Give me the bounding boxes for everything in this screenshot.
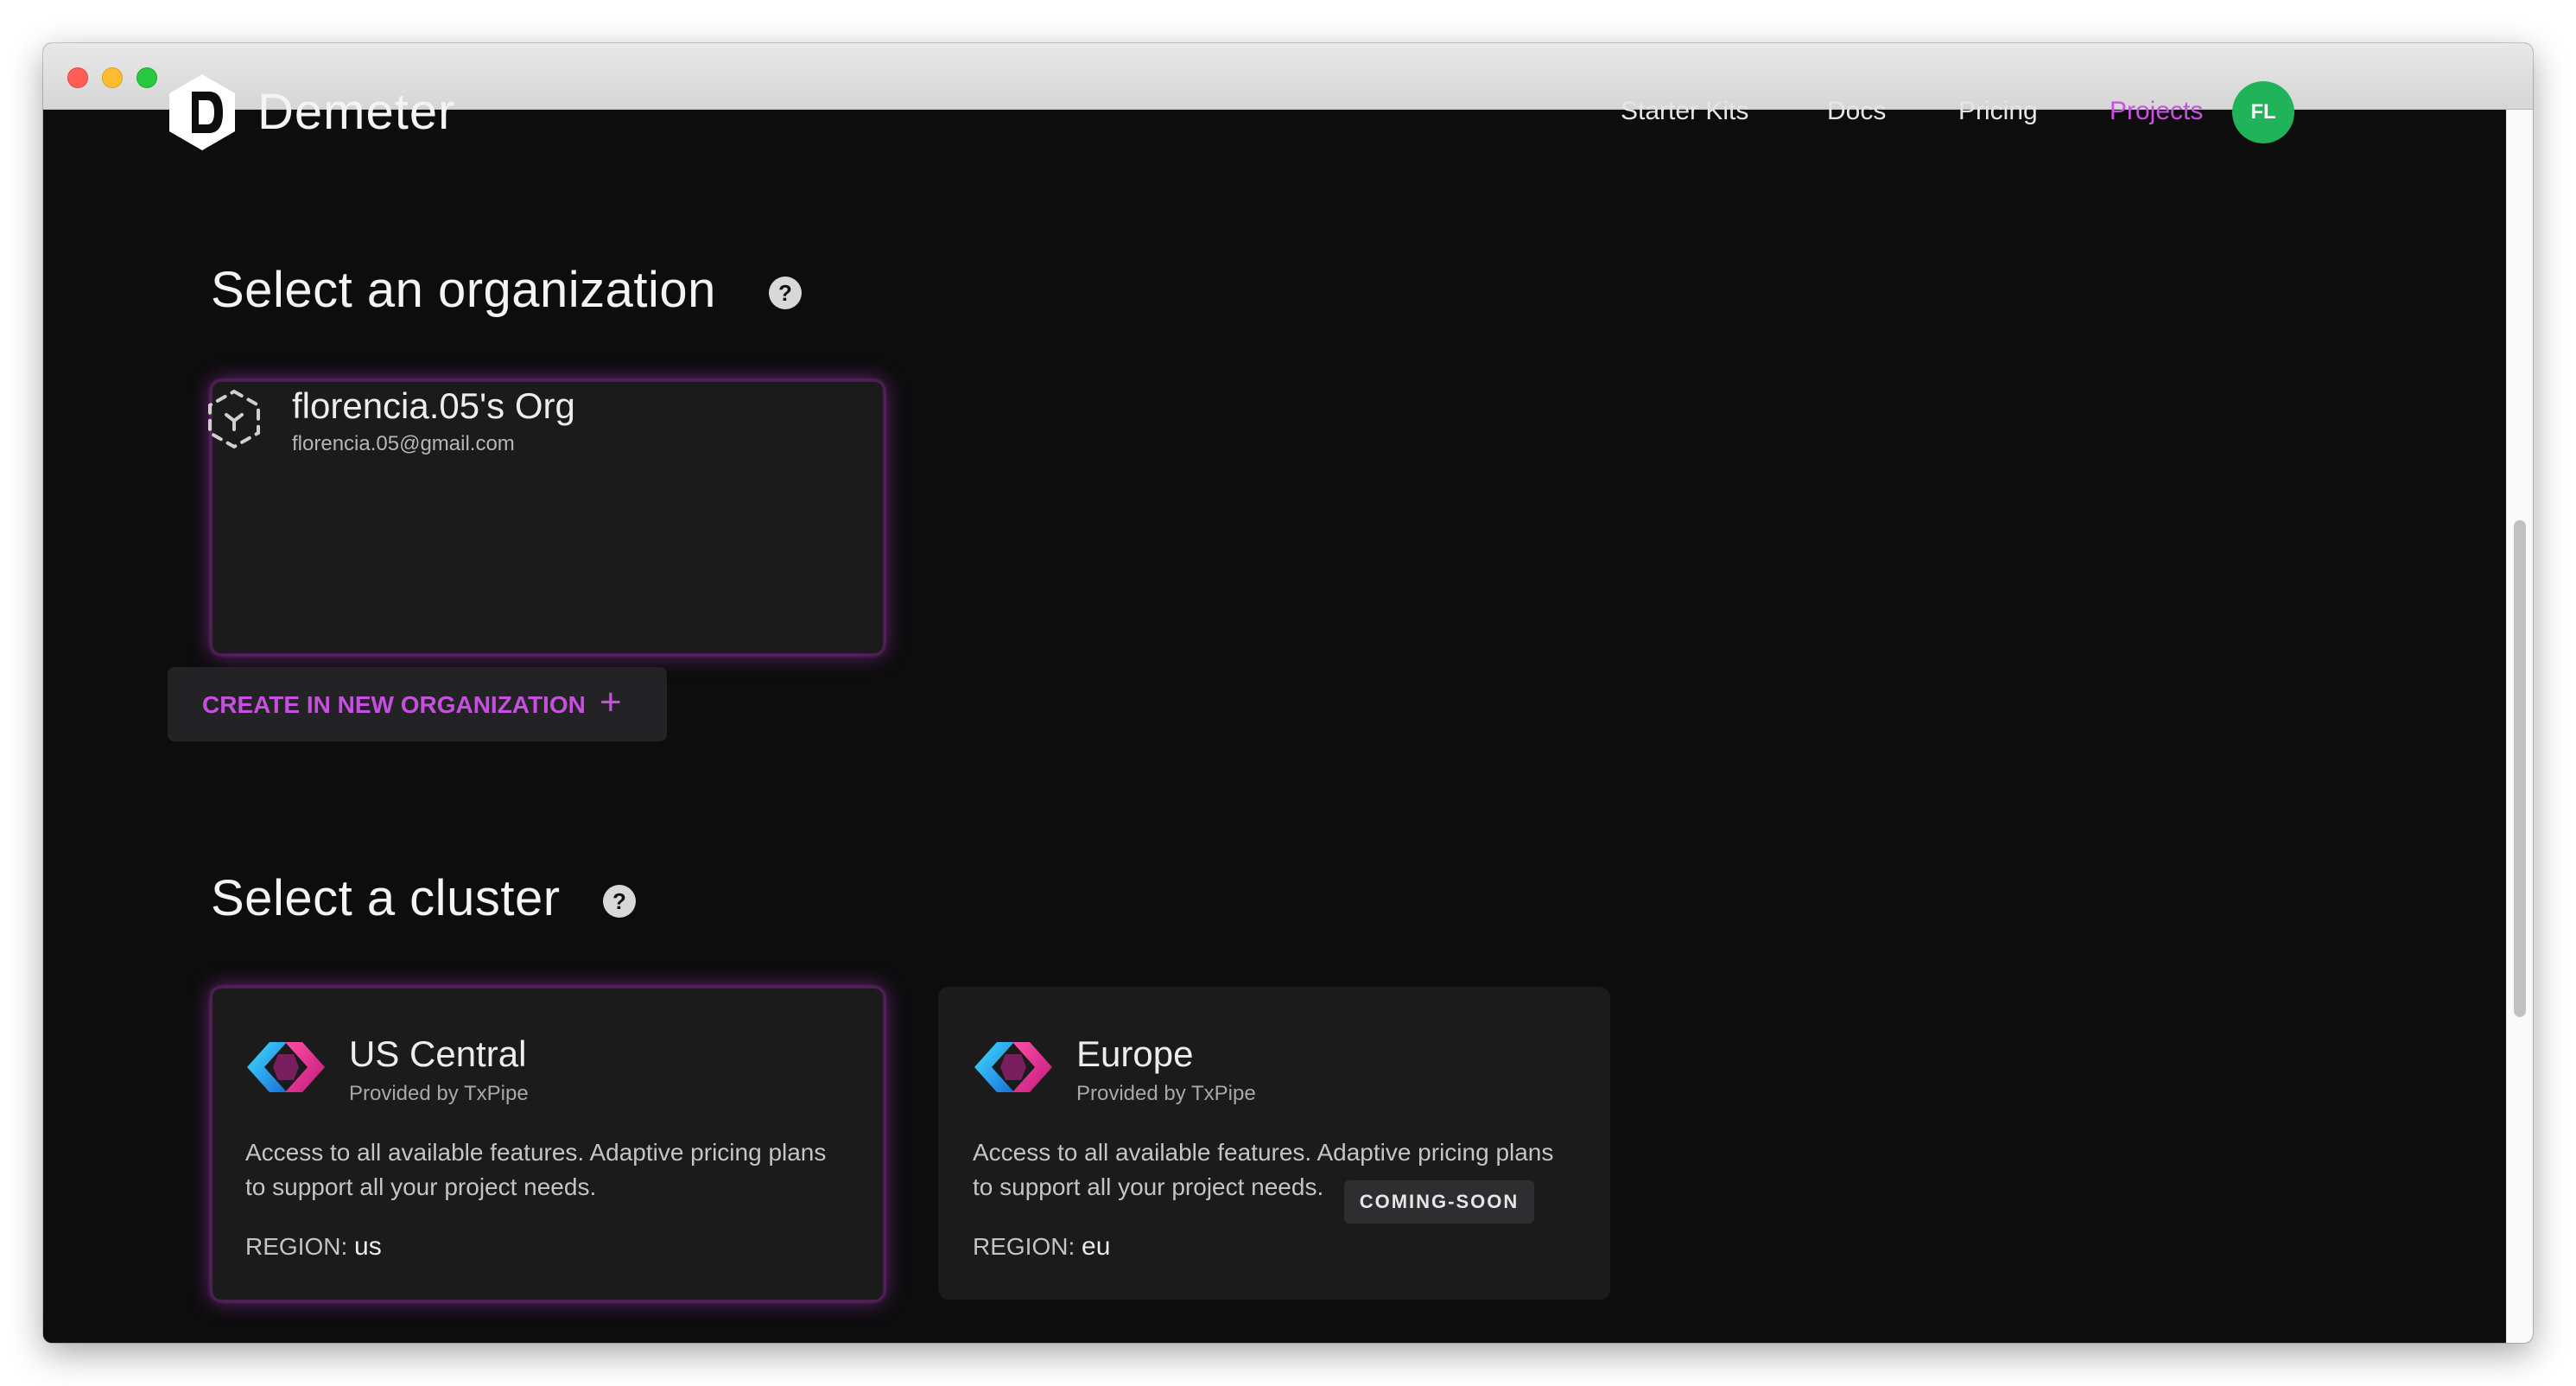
region-label: REGION:: [245, 1233, 348, 1260]
region-value: eu: [1082, 1232, 1111, 1261]
create-button-label: CREATE IN NEW ORGANIZATION: [202, 691, 586, 718]
user-avatar[interactable]: FL: [2232, 81, 2294, 143]
maximize-window-button[interactable]: [136, 67, 157, 88]
organization-icon: [208, 389, 260, 449]
brand-name[interactable]: Demeter: [257, 83, 455, 141]
cluster-help-icon[interactable]: ?: [603, 885, 636, 918]
close-window-button[interactable]: [67, 67, 88, 88]
cluster-region: REGION: us: [245, 1232, 382, 1262]
minimize-window-button[interactable]: [102, 67, 123, 88]
org-name: florencia.05's Org: [292, 385, 575, 426]
nav-starter-kits[interactable]: Starter Kits: [1621, 97, 1748, 126]
nav-pricing[interactable]: Pricing: [1958, 97, 2038, 126]
txpipe-logo-icon: [974, 1042, 1052, 1092]
region-label: REGION:: [973, 1233, 1075, 1260]
cluster-name: Europe: [1076, 1033, 1194, 1074]
scrollbar[interactable]: [2506, 110, 2533, 1343]
cluster-provider: Provided by TxPipe: [349, 1082, 529, 1105]
txpipe-logo-icon: [247, 1042, 325, 1092]
cluster-name: US Central: [349, 1033, 527, 1074]
org-section-title: Select an organization: [211, 262, 716, 318]
cluster-region: REGION: eu: [973, 1232, 1110, 1262]
plus-icon: +: [600, 681, 622, 723]
demeter-logo-icon[interactable]: [166, 73, 238, 152]
org-email: florencia.05@gmail.com: [292, 432, 515, 455]
scrollbar-thumb[interactable]: [2514, 520, 2526, 1017]
org-help-icon[interactable]: ?: [769, 277, 802, 309]
nav-projects[interactable]: Projects: [2110, 97, 2203, 126]
nav-docs[interactable]: Docs: [1827, 97, 1886, 126]
coming-soon-badge: COMING-SOON: [1344, 1180, 1534, 1224]
cluster-section-title: Select a cluster: [211, 870, 561, 926]
cluster-provider: Provided by TxPipe: [1076, 1082, 1256, 1105]
region-value: us: [354, 1232, 382, 1261]
create-new-organization-button[interactable]: CREATE IN NEW ORGANIZATION +: [168, 667, 667, 741]
cluster-description: Access to all available features. Adapti…: [245, 1139, 827, 1200]
